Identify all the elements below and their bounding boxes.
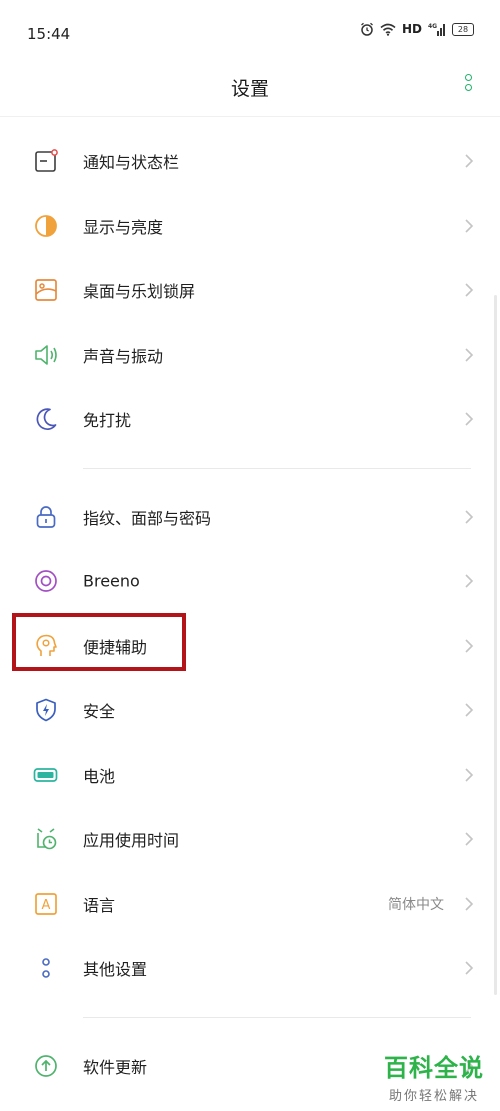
more-menu-button[interactable] [465, 74, 473, 96]
chevron-right-icon [465, 348, 474, 362]
settings-item-label: 其他设置 [83, 960, 148, 980]
more-settings-icon [42, 958, 50, 979]
page-header: 设置 [0, 66, 500, 117]
settings-item-security-password[interactable]: 指纹、面部与密码 [0, 485, 500, 550]
chevron-right-icon [465, 219, 474, 233]
group-divider [0, 1001, 500, 1034]
chevron-right-icon [465, 768, 474, 782]
battery-indicator: 28 [452, 22, 474, 36]
settings-item-display[interactable]: 显示与亮度 [0, 194, 500, 259]
watermark-title: 百科全说 [384, 1054, 484, 1082]
settings-item-battery[interactable]: 电池 [0, 743, 500, 808]
settings-item-do-not-disturb[interactable]: 免打扰 [0, 387, 500, 452]
scrollbar[interactable] [494, 295, 497, 995]
settings-item-other[interactable]: 其他设置 [0, 936, 500, 1001]
settings-item-label: 桌面与乐划锁屏 [83, 282, 196, 302]
signal-icon: 4G [428, 23, 445, 36]
settings-item-notifications[interactable]: 通知与状态栏 [0, 129, 500, 194]
status-icons: HD 4G 28 [360, 22, 474, 36]
language-icon: A [35, 892, 57, 915]
menu-dot-icon [465, 84, 472, 91]
notification-icon [35, 149, 58, 173]
settings-item-app-usage-time[interactable]: 应用使用时间 [0, 807, 500, 872]
battery-icon [33, 767, 58, 782]
highlight-annotation-box [12, 613, 186, 671]
settings-item-label: 语言 [83, 895, 116, 915]
chevron-right-icon [465, 897, 474, 911]
settings-item-sound[interactable]: 声音与振动 [0, 323, 500, 388]
chevron-right-icon [465, 283, 474, 297]
status-time: 15:44 [27, 25, 71, 43]
wallpaper-icon [35, 279, 57, 302]
alarm-icon [361, 22, 373, 36]
watermark-subtitle: 助你轻松解决 [388, 1089, 479, 1104]
shield-icon [36, 698, 56, 722]
language-icon-letter: A [42, 898, 51, 913]
settings-item-security[interactable]: 安全 [0, 678, 500, 743]
settings-item-language[interactable]: A 语言 简体中文 [0, 872, 500, 937]
page-title: 设置 [230, 78, 269, 100]
settings-item-label: 应用使用时间 [83, 831, 180, 851]
status-bar: 15:44 HD 4G 28 [0, 0, 500, 66]
breeno-icon [35, 570, 57, 593]
chevron-right-icon [465, 703, 474, 717]
lock-icon [36, 505, 56, 528]
chevron-right-icon [465, 832, 474, 846]
watermark-logo: 百科全说 助你轻松解决 [384, 1048, 484, 1104]
chevron-right-icon [465, 639, 474, 653]
wifi-icon [380, 23, 396, 36]
chevron-right-icon [465, 574, 474, 588]
settings-item-wallpaper[interactable]: 桌面与乐划锁屏 [0, 258, 500, 323]
menu-dot-icon [465, 74, 472, 81]
hd-indicator: HD [401, 22, 422, 36]
chevron-right-icon [465, 510, 474, 524]
chevron-right-icon [465, 412, 474, 426]
settings-item-label: Breeno [83, 571, 140, 591]
update-icon [35, 1054, 57, 1077]
chevron-right-icon [465, 961, 474, 975]
settings-item-label: 安全 [83, 702, 116, 722]
brightness-icon [35, 214, 57, 237]
moon-icon [36, 408, 57, 431]
settings-item-label: 声音与振动 [83, 346, 164, 366]
language-current-value: 简体中文 [388, 896, 444, 913]
settings-item-label: 电池 [83, 766, 116, 786]
speaker-icon [35, 344, 57, 365]
settings-item-label: 显示与亮度 [83, 217, 164, 237]
settings-item-label: 免打扰 [83, 411, 132, 431]
chevron-right-icon [465, 154, 474, 168]
settings-item-breeno[interactable]: Breeno [0, 549, 500, 614]
group-divider [0, 452, 500, 485]
signal-label: 4G [428, 23, 437, 30]
app-time-icon [37, 828, 57, 850]
settings-item-label: 软件更新 [83, 1057, 148, 1077]
settings-item-label: 指纹、面部与密码 [83, 508, 212, 528]
settings-item-label: 通知与状态栏 [83, 153, 180, 173]
